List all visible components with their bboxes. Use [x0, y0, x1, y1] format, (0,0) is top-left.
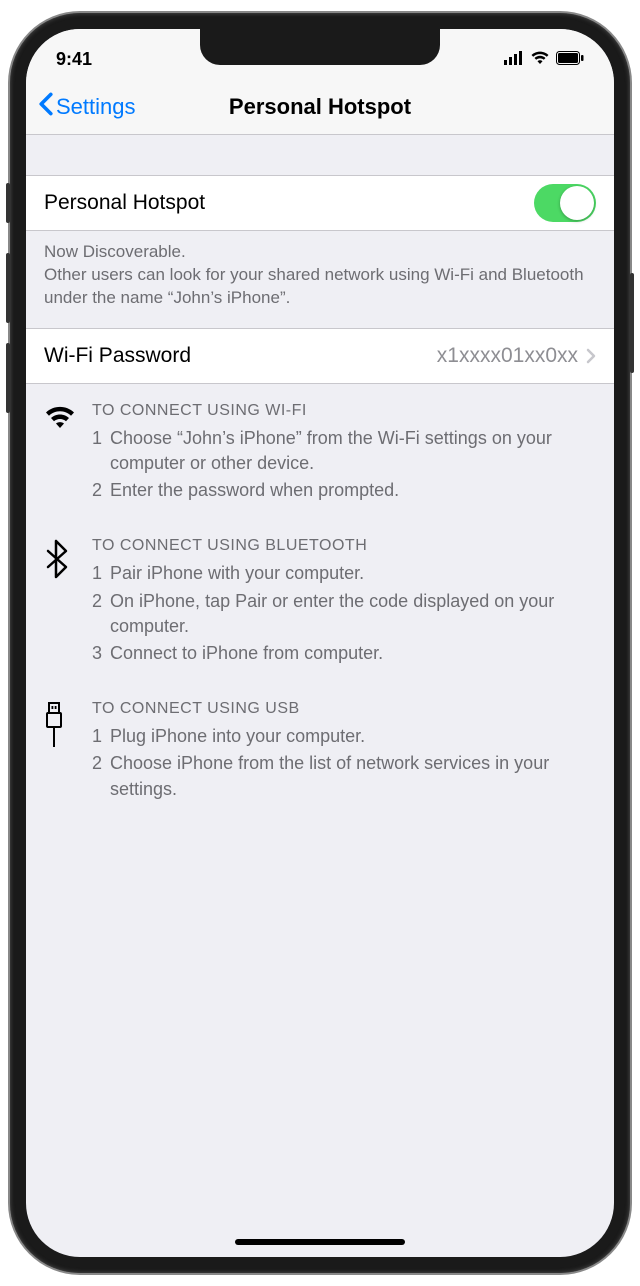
content-area: Personal Hotspot Now Discoverable. Other…: [26, 135, 614, 818]
cellular-signal-icon: [504, 49, 524, 70]
battery-icon: [556, 49, 584, 70]
wifi-instructions-title: TO CONNECT USING WI-FI: [92, 402, 596, 420]
usb-instructions: TO CONNECT USING USB 1Plug iPhone into y…: [26, 682, 614, 818]
mute-switch: [6, 183, 10, 223]
hotspot-toggle-switch[interactable]: [534, 184, 596, 222]
section-spacer: [26, 135, 614, 175]
chevron-right-icon: [586, 348, 596, 364]
wifi-instructions-body: TO CONNECT USING WI-FI 1Choose “John’s i…: [92, 402, 596, 506]
bluetooth-instructions: TO CONNECT USING BLUETOOTH 1Pair iPhone …: [26, 519, 614, 682]
wifi-icon: [530, 49, 550, 70]
bluetooth-instructions-title: TO CONNECT USING BLUETOOTH: [92, 537, 596, 555]
wifi-icon: [44, 402, 92, 506]
instruction-step: 1Plug iPhone into your computer.: [92, 724, 596, 749]
instruction-step: 1Pair iPhone with your computer.: [92, 561, 596, 586]
back-button[interactable]: Settings: [26, 92, 136, 122]
hotspot-footer: Now Discoverable. Other users can look f…: [26, 231, 614, 328]
screen: 9:41 Settings Personal Hotspot: [26, 29, 614, 1257]
usb-instructions-title: TO CONNECT USING USB: [92, 700, 596, 718]
instruction-step: 1Choose “John’s iPhone” from the Wi-Fi s…: [92, 426, 596, 476]
chevron-left-icon: [38, 92, 56, 122]
instruction-step: 2On iPhone, tap Pair or enter the code d…: [92, 589, 596, 639]
volume-down-button: [6, 343, 10, 413]
volume-up-button: [6, 253, 10, 323]
footer-line1: Now Discoverable.: [44, 241, 596, 264]
status-time: 9:41: [56, 39, 156, 70]
status-icons: [484, 39, 584, 70]
power-button: [630, 273, 634, 373]
wifi-password-label: Wi-Fi Password: [44, 344, 437, 368]
back-label: Settings: [56, 94, 136, 120]
navigation-bar: Settings Personal Hotspot: [26, 79, 614, 135]
wifi-password-row[interactable]: Wi-Fi Password x1xxxx01xx0xx: [26, 328, 614, 384]
wifi-password-value: x1xxxx01xx0xx: [437, 344, 578, 368]
switch-knob: [560, 186, 594, 220]
instruction-step: 2Choose iPhone from the list of network …: [92, 751, 596, 801]
phone-frame: 9:41 Settings Personal Hotspot: [10, 13, 630, 1273]
hotspot-toggle-row[interactable]: Personal Hotspot: [26, 175, 614, 231]
footer-line2: Other users can look for your shared net…: [44, 264, 596, 310]
usb-icon: [44, 700, 92, 804]
bluetooth-icon: [44, 537, 92, 668]
hotspot-toggle-label: Personal Hotspot: [44, 191, 534, 215]
instruction-step: 3Connect to iPhone from computer.: [92, 641, 596, 666]
usb-instructions-body: TO CONNECT USING USB 1Plug iPhone into y…: [92, 700, 596, 804]
wifi-instructions: TO CONNECT USING WI-FI 1Choose “John’s i…: [26, 384, 614, 520]
bluetooth-instructions-body: TO CONNECT USING BLUETOOTH 1Pair iPhone …: [92, 537, 596, 668]
instruction-step: 2Enter the password when prompted.: [92, 478, 596, 503]
device-notch: [200, 29, 440, 65]
home-indicator[interactable]: [235, 1239, 405, 1245]
